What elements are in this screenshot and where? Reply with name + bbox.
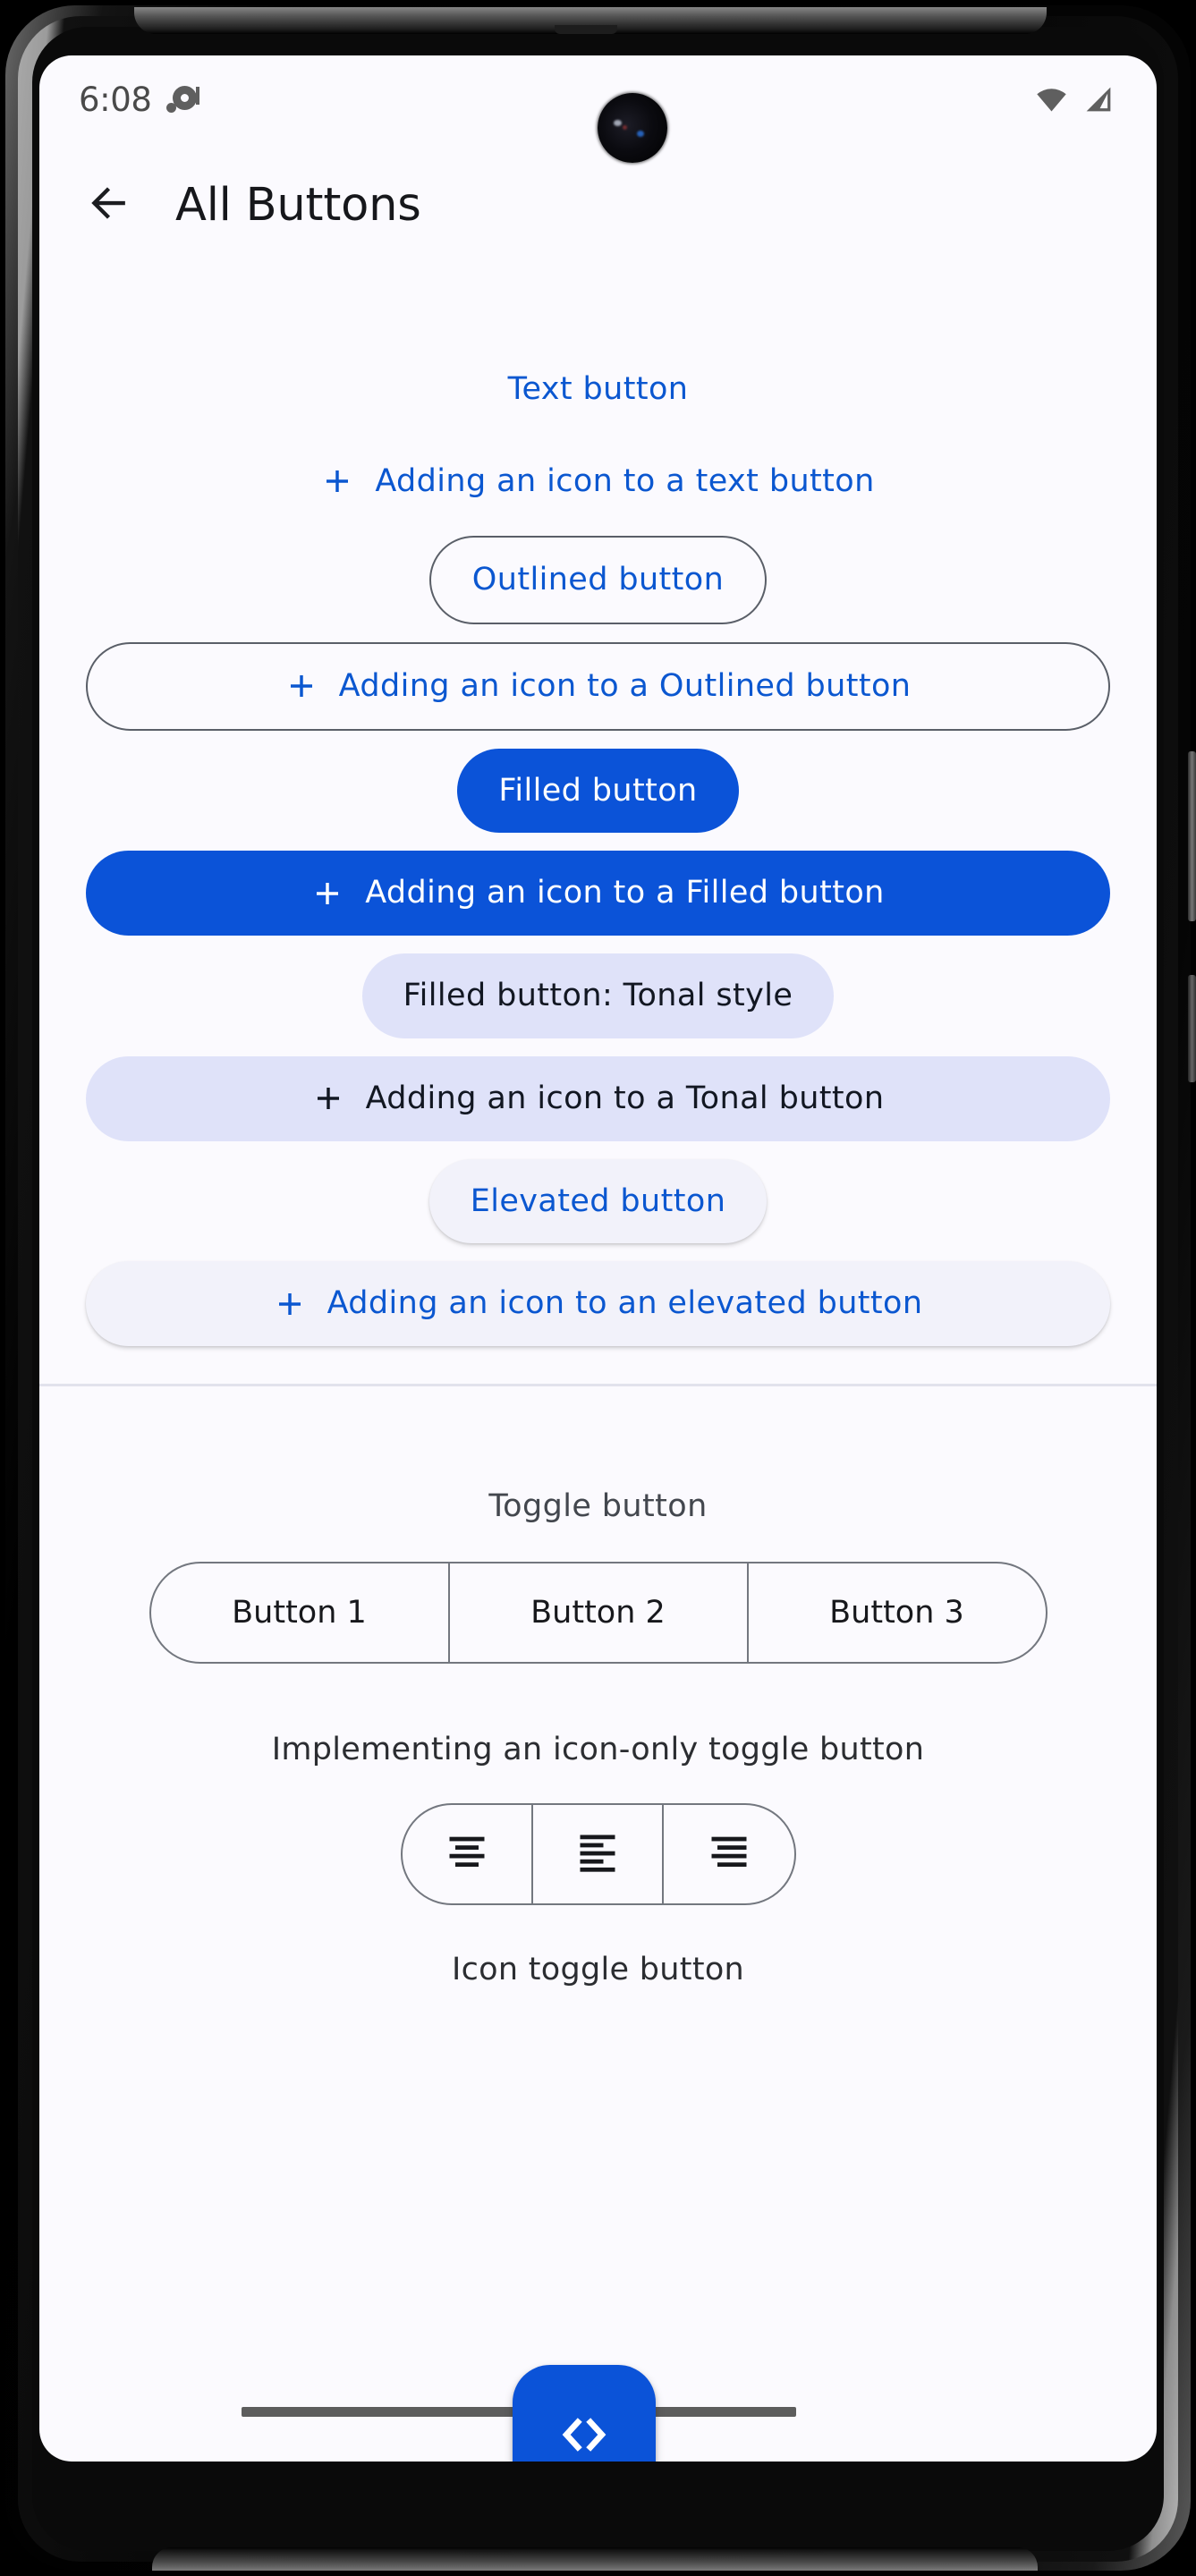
filled-button-with-icon[interactable]: Adding an icon to a Filled button	[86, 851, 1110, 936]
elevated-button-row: Elevated button	[39, 1158, 1157, 1244]
icon-toggle-button-group	[400, 1802, 796, 1905]
toggle-segment-2[interactable]: Button 2	[450, 1563, 749, 1662]
section-divider	[39, 1383, 1157, 1386]
icon-toggle-segment-align-left[interactable]	[533, 1804, 664, 1903]
outlined-button-with-icon[interactable]: Adding an icon to a Outlined button	[86, 642, 1110, 731]
code-fab-button[interactable]	[513, 2365, 656, 2462]
tonal-button-with-icon-label: Adding an icon to a Tonal button	[365, 1080, 885, 1116]
toggle-segment-1[interactable]: Button 1	[151, 1563, 450, 1662]
text-button-with-icon-label: Adding an icon to a text button	[375, 462, 875, 499]
code-brackets-icon	[553, 2403, 615, 2462]
back-button[interactable]	[77, 174, 140, 236]
tonal-button-with-icon-row: Adding an icon to a Tonal button	[39, 1055, 1157, 1141]
status-bar-left: 6:08	[79, 80, 200, 119]
icon-toggle-segment-align-right[interactable]	[664, 1805, 794, 1903]
toggle-showcase-section: Toggle button Button 1 Button 2 Button 3…	[39, 1411, 1157, 1987]
toggle-button-group: Button 1 Button 2 Button 3	[148, 1561, 1048, 1664]
back-arrow-icon	[86, 181, 131, 229]
icon-toggle-segment-align-center[interactable]	[403, 1804, 533, 1903]
tonal-button[interactable]: Filled button: Tonal style	[361, 953, 835, 1038]
plus-icon	[311, 877, 344, 910]
toggle-section-title: Toggle button	[488, 1487, 708, 1524]
phone-device-frame: 6:08 All Buttons Text button Adding an i…	[0, 0, 1196, 2576]
volume-button[interactable]	[1188, 975, 1196, 1082]
text-button-row: Text button	[39, 352, 1157, 427]
phone-screen: 6:08 All Buttons Text button Adding an i…	[39, 55, 1157, 2462]
tonal-button-row: Filled button: Tonal style	[39, 953, 1157, 1038]
filled-button-row: Filled button	[39, 748, 1157, 834]
plus-icon	[312, 1082, 344, 1114]
filled-button-with-icon-label: Adding an icon to a Filled button	[365, 875, 885, 911]
wifi-icon	[1034, 86, 1069, 113]
format-align-left-icon	[574, 1829, 621, 1879]
toggle-segment-3[interactable]: Button 3	[749, 1563, 1046, 1662]
outlined-button[interactable]: Outlined button	[428, 536, 768, 625]
format-align-center-icon	[444, 1829, 490, 1879]
filled-button-with-icon-row: Adding an icon to a Filled button	[39, 851, 1157, 936]
outlined-button-with-icon-row: Adding an icon to a Outlined button	[39, 642, 1157, 731]
status-bar-right	[1034, 85, 1114, 114]
elevated-button[interactable]: Elevated button	[428, 1158, 768, 1244]
power-button[interactable]	[1188, 751, 1196, 921]
text-button[interactable]: Text button	[478, 352, 719, 427]
format-align-right-icon	[706, 1829, 752, 1879]
status-bar-clock: 6:08	[79, 80, 152, 119]
buttons-showcase-section: Text button Adding an icon to a text but…	[39, 267, 1157, 1411]
text-button-with-icon-row: Adding an icon to a text button	[39, 445, 1157, 519]
filled-button[interactable]: Filled button	[457, 748, 739, 834]
page-title: All Buttons	[175, 178, 421, 232]
app-bar: All Buttons	[39, 143, 1157, 267]
tonal-button-with-icon[interactable]: Adding an icon to a Tonal button	[86, 1055, 1110, 1141]
text-button-with-icon[interactable]: Adding an icon to a text button	[291, 445, 904, 519]
phone-top-notch-lip	[555, 25, 617, 34]
plus-icon	[274, 1288, 306, 1320]
filled-button-label: Filled button	[498, 772, 698, 809]
plus-icon	[285, 670, 318, 702]
elevated-button-label: Elevated button	[470, 1182, 726, 1219]
phone-bottom-chamfer	[152, 2547, 1038, 2571]
outlined-button-label: Outlined button	[471, 562, 725, 598]
outlined-button-with-icon-label: Adding an icon to a Outlined button	[338, 668, 912, 705]
plus-icon	[321, 465, 353, 497]
text-button-label: Text button	[507, 371, 689, 407]
cellular-signal-icon	[1083, 85, 1114, 114]
scroll-content: Text button Adding an icon to a text but…	[39, 267, 1157, 2462]
front-camera-punch-hole	[598, 93, 667, 163]
icon-toggle-caption: Icon toggle button	[451, 1951, 745, 1987]
notification-dot-icon	[165, 83, 200, 115]
outlined-button-row: Outlined button	[39, 536, 1157, 625]
elevated-button-with-icon-label: Adding an icon to an elevated button	[327, 1285, 923, 1322]
icon-toggle-section-title: Implementing an icon-only toggle button	[271, 1731, 925, 1767]
elevated-button-with-icon[interactable]: Adding an icon to an elevated button	[86, 1261, 1110, 1346]
elevated-button-with-icon-row: Adding an icon to an elevated button	[39, 1261, 1157, 1346]
tonal-button-label: Filled button: Tonal style	[403, 978, 793, 1014]
